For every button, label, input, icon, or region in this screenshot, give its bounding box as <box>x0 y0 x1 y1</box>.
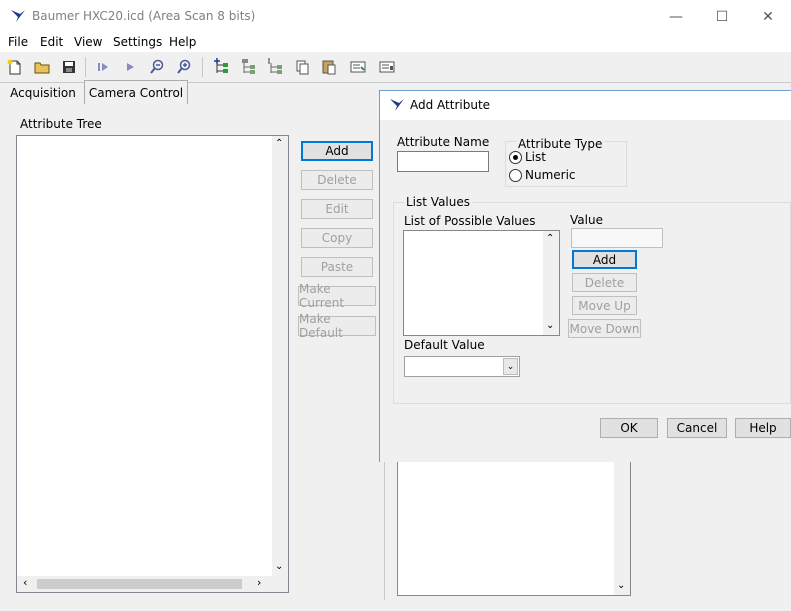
play-icon <box>127 63 134 71</box>
possible-values-label: List of Possible Values <box>404 214 536 228</box>
close-icon: ✕ <box>762 8 774 25</box>
delete-attr-icon <box>242 59 255 74</box>
cancel-button[interactable]: Cancel <box>667 418 727 438</box>
paste-attr-button[interactable] <box>318 56 340 78</box>
dialog-app-icon <box>389 97 405 116</box>
type-numeric-label: Numeric <box>525 168 576 182</box>
attribute-type-label: Attribute Type <box>516 137 605 151</box>
maximize-button[interactable]: ☐ <box>699 0 745 33</box>
menu-help[interactable]: Help <box>169 35 196 49</box>
menu-view[interactable]: View <box>74 35 102 49</box>
type-list-radio[interactable] <box>509 151 522 164</box>
menu-file[interactable]: File <box>8 35 28 49</box>
play-button[interactable] <box>119 56 141 78</box>
tab-camera-control[interactable]: Camera Control <box>84 80 188 104</box>
chevron-left-icon[interactable]: ‹ <box>23 576 27 589</box>
open-button[interactable] <box>31 56 53 78</box>
dialog-title: Add Attribute <box>410 98 491 112</box>
make-current-action-button[interactable]: Make Current <box>298 282 376 310</box>
app-logo-icon <box>10 8 26 27</box>
chevron-right-icon[interactable]: › <box>257 576 261 589</box>
title-bar: Baumer HXC20.icd (Area Scan 8 bits) — ☐ … <box>0 0 791 33</box>
attribute-tree-label: Attribute Tree <box>20 117 102 131</box>
value-label: Value <box>570 213 603 227</box>
add-attr-icon <box>214 58 228 73</box>
zoom-in-icon <box>177 59 191 74</box>
new-button[interactable] <box>4 56 26 78</box>
move-down-button[interactable]: Move Down <box>568 319 641 338</box>
attribute-name-label: Attribute Name <box>397 135 490 149</box>
values-vscrollbar[interactable]: ⌃ ⌄ <box>543 231 559 335</box>
details-vscrollbar[interactable]: ⌄ <box>614 457 630 595</box>
edit-attr-button[interactable] <box>264 56 286 78</box>
zoom-in-button[interactable] <box>173 56 195 78</box>
copy-attr-icon <box>296 60 309 75</box>
chevron-down-icon[interactable]: ⌄ <box>275 561 283 572</box>
ok-button[interactable]: OK <box>600 418 658 438</box>
list-add-button[interactable]: Add <box>572 250 637 269</box>
chevron-down-icon[interactable]: ⌄ <box>503 358 518 375</box>
add-attribute-dialog: Add Attribute Attribute Name Attribute T… <box>379 90 791 462</box>
type-list-label: List <box>525 150 546 164</box>
make-current-icon <box>350 61 366 73</box>
tab-acquisition[interactable]: Acquisition <box>5 82 81 104</box>
list-values-label: List Values <box>404 195 472 209</box>
step-icon <box>98 63 108 71</box>
menu-edit[interactable]: Edit <box>40 35 63 49</box>
paste-button[interactable]: Paste <box>301 257 373 277</box>
menu-bar: File Edit View Settings Help <box>0 33 791 52</box>
paste-attr-icon <box>322 60 336 75</box>
tree-hscrollbar[interactable]: ‹ › <box>17 576 288 592</box>
chevron-up-icon[interactable]: ⌃ <box>275 138 283 149</box>
attribute-details-list[interactable]: ⌄ <box>397 456 631 596</box>
zoom-out-icon <box>150 59 164 74</box>
attribute-name-input[interactable] <box>397 151 489 172</box>
default-value-label: Default Value <box>404 338 485 352</box>
new-icon <box>7 59 21 75</box>
tab-camera-control-label: Camera Control <box>88 85 184 100</box>
menu-settings[interactable]: Settings <box>113 35 162 49</box>
dialog-titlebar: Add Attribute <box>380 91 791 120</box>
zoom-out-button[interactable] <box>146 56 168 78</box>
possible-values-list[interactable]: ⌃ ⌄ <box>403 230 560 336</box>
edit-attr-icon <box>268 58 282 74</box>
toolbar-separator <box>85 57 86 77</box>
make-current-button[interactable] <box>347 56 369 78</box>
tree-vscrollbar[interactable]: ⌃ ⌄ <box>272 136 288 576</box>
type-numeric-radio[interactable] <box>509 169 522 182</box>
make-default-button[interactable] <box>376 56 398 78</box>
chevron-down-icon[interactable]: ⌄ <box>546 320 554 331</box>
edit-button[interactable]: Edit <box>301 199 373 219</box>
add-attr-button[interactable] <box>210 56 232 78</box>
chevron-up-icon[interactable]: ⌃ <box>546 233 554 244</box>
save-icon <box>63 61 75 73</box>
toolbar-separator <box>202 57 203 77</box>
tab-acquisition-label: Acquisition <box>10 86 76 100</box>
open-icon <box>34 62 50 74</box>
maximize-icon: ☐ <box>715 8 729 25</box>
add-button[interactable]: Add <box>301 141 373 161</box>
minimize-button[interactable]: — <box>653 0 699 33</box>
copy-button[interactable]: Copy <box>301 228 373 248</box>
chevron-down-icon[interactable]: ⌄ <box>617 580 625 591</box>
toolbar <box>0 53 791 81</box>
list-delete-button[interactable]: Delete <box>572 273 637 292</box>
save-button[interactable] <box>58 56 80 78</box>
copy-attr-button[interactable] <box>291 56 313 78</box>
window-title: Baumer HXC20.icd (Area Scan 8 bits) <box>32 9 256 23</box>
minimize-icon: — <box>669 8 683 25</box>
hscroll-thumb[interactable] <box>37 579 242 589</box>
default-value-select[interactable]: ⌄ <box>404 356 520 377</box>
step-button[interactable] <box>92 56 114 78</box>
help-button[interactable]: Help <box>735 418 791 438</box>
attribute-tree[interactable]: ⌃ ⌄ ‹ › <box>16 135 289 593</box>
delete-attr-button[interactable] <box>237 56 259 78</box>
value-input[interactable] <box>571 228 663 248</box>
make-default-action-button[interactable]: Make Default <box>298 312 376 340</box>
move-up-button[interactable]: Move Up <box>572 296 637 315</box>
delete-button[interactable]: Delete <box>301 170 373 190</box>
make-default-icon <box>379 61 395 73</box>
close-button[interactable]: ✕ <box>745 0 791 33</box>
